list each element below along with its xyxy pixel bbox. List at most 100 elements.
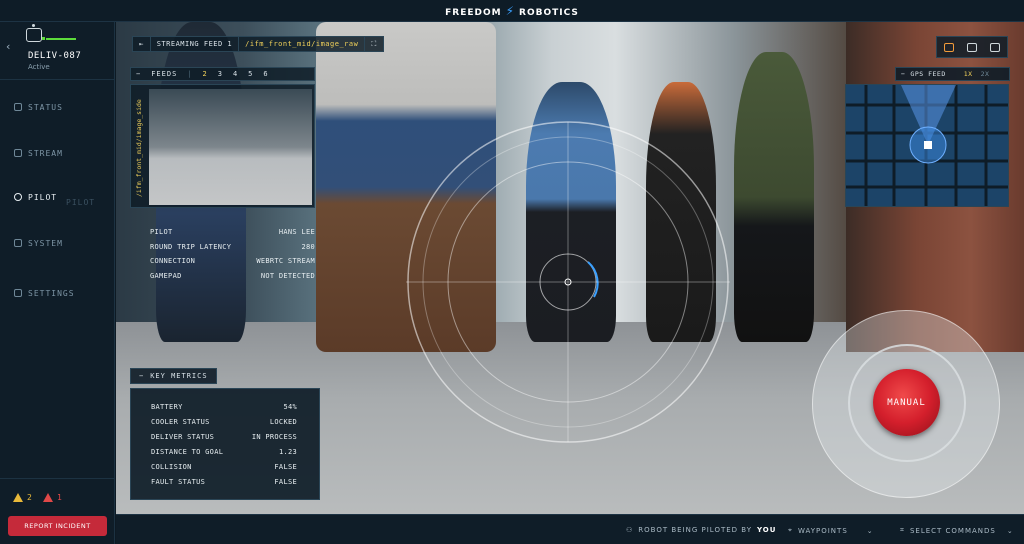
error-count[interactable]: 1 <box>43 493 62 502</box>
stream-label: STREAMING FEED 1 <box>151 37 240 51</box>
sidebar-item-label: SYSTEM <box>28 238 63 248</box>
warning-icon <box>13 493 23 502</box>
key-metrics-header[interactable]: − KEY METRICS <box>130 368 217 384</box>
info-row: ROUND TRIP LATENCY 280 <box>150 243 315 258</box>
camera-icon[interactable] <box>943 42 954 52</box>
feeds-label: FEEDS <box>151 70 178 78</box>
feed-tab-3[interactable]: 3 <box>213 70 228 78</box>
secondary-feed-image <box>149 89 312 205</box>
robot-header: ‹ DELIV-087 Active <box>0 22 115 80</box>
metric-key: COLLISION <box>151 463 192 471</box>
brand-name-right: ROBOTICS <box>519 8 579 18</box>
sidebar-item-status[interactable]: STATUS <box>14 100 63 114</box>
robot-name: DELIV-087 <box>28 51 82 61</box>
feed-tab-6[interactable]: 6 <box>258 70 273 78</box>
metric-key: FAULT STATUS <box>151 478 206 486</box>
info-value: WEBRTC STREAM <box>256 257 315 265</box>
gps-label: GPS FEED <box>910 70 946 78</box>
metric-row: BATTERY 54% <box>151 403 297 418</box>
chevron-down-icon: ⌄ <box>1006 526 1014 535</box>
info-value: NOT DETECTED <box>260 271 315 280</box>
waypoints-dropdown[interactable]: ⌖ WAYPOINTS ⌄ <box>788 526 874 535</box>
pilot-tooltip: PILOT <box>66 198 96 207</box>
zoom-1x-button[interactable]: 1X <box>964 70 973 78</box>
secondary-feed[interactable]: /ifm_front_mid/image_side <box>130 84 315 208</box>
pilot-icon <box>14 193 22 201</box>
stream-icon <box>14 149 22 157</box>
info-key: PILOT <box>150 228 173 236</box>
warning-count-value: 2 <box>27 493 32 502</box>
report-incident-button[interactable]: REPORT INCIDENT <box>8 516 107 536</box>
metric-value: IN PROCESS <box>251 433 297 441</box>
gps-map-grid <box>846 85 1008 206</box>
info-key: CONNECTION <box>150 257 196 265</box>
error-icon <box>43 493 53 502</box>
info-key: GAMEPAD <box>150 271 182 280</box>
top-bar: FREEDOM ⚡ ROBOTICS <box>0 0 1024 22</box>
pilot-info-table: PILOT HANS LEE ROUND TRIP LATENCY 280 CONN… <box>150 228 315 286</box>
feed-tab-4[interactable]: 4 <box>228 70 243 78</box>
select-commands-dropdown[interactable]: ⌗ SELECT COMMANDS ⌄ <box>900 526 1014 535</box>
view-controls <box>936 36 1008 58</box>
feeds-bar: − FEEDS | 2 3 4 5 6 <box>130 67 315 81</box>
info-key: ROUND TRIP LATENCY <box>150 242 232 251</box>
sidebar-item-system[interactable]: SYSTEM <box>14 236 63 250</box>
location-pin-icon: ⌖ <box>788 526 793 534</box>
battery-indicator <box>46 38 76 40</box>
warning-count[interactable]: 2 <box>13 493 32 502</box>
piloted-by-status: ⚇ ROBOT BEING PILOTED BY YOU <box>626 526 776 534</box>
user-icon: ⚇ <box>626 526 634 534</box>
stream-topic-select[interactable]: /ifm_front_mid/image_raw <box>239 37 366 51</box>
info-row: PILOT HANS LEE <box>150 228 315 243</box>
metric-row: DELIVER STATUS IN PROCESS <box>151 433 297 448</box>
robot-status: Active <box>28 63 50 71</box>
metric-value: LOCKED <box>269 418 297 426</box>
waypoints-label: WAYPOINTS <box>797 526 848 535</box>
sidebar-item-label: STREAM <box>28 148 63 158</box>
metric-row: COOLER STATUS LOCKED <box>151 418 297 433</box>
collapse-icon[interactable]: − <box>896 70 910 78</box>
info-value: HANS LEE <box>278 228 315 236</box>
metric-key: COOLER STATUS <box>151 418 210 426</box>
expand-icon[interactable]: ⇤ <box>133 37 151 51</box>
info-value: 280 <box>301 242 315 251</box>
select-commands-label: SELECT COMMANDS <box>909 526 996 535</box>
sidebar-item-stream[interactable]: STREAM <box>14 146 63 160</box>
key-metrics-title: KEY METRICS <box>150 372 208 380</box>
brand-logo: FREEDOM ⚡ ROBOTICS <box>0 4 1024 18</box>
robot-view-icon[interactable] <box>966 42 977 52</box>
streaming-feed-header: ⇤ STREAMING FEED 1 /ifm_front_mid/image_… <box>132 36 384 52</box>
system-icon <box>14 239 22 247</box>
feed-tab-5[interactable]: 5 <box>243 70 258 78</box>
gps-map[interactable] <box>845 84 1009 207</box>
info-row: CONNECTION WEBRTC STREAM <box>150 257 315 272</box>
zoom-2x-button[interactable]: 2X <box>981 70 990 78</box>
divider: | <box>187 70 193 78</box>
sidebar-item-pilot[interactable]: PILOT <box>14 190 57 204</box>
sidebar-item-label: STATUS <box>28 102 63 112</box>
manual-button[interactable]: MANUAL <box>873 369 940 436</box>
bottom-bar: ⚇ ROBOT BEING PILOTED BY YOU ⌖ WAYPOINTS… <box>116 514 1024 544</box>
info-row: GAMEPAD NOT DETECTED <box>150 272 315 287</box>
collapse-icon[interactable]: − <box>139 372 144 380</box>
sidebar-item-label: PILOT <box>28 192 58 202</box>
brand-name-left: FREEDOM <box>445 8 502 18</box>
battery-dot <box>42 37 45 40</box>
metric-value: FALSE <box>274 463 297 471</box>
metric-value: 54% <box>283 403 297 411</box>
collapse-icon[interactable]: − <box>131 70 146 78</box>
metric-row: DISTANCE TO GOAL 1.23 <box>151 448 297 463</box>
metric-value: 1.23 <box>278 448 297 456</box>
sidebar: ‹ DELIV-087 Active STATUS STREAM PILOT P… <box>0 22 115 544</box>
sidebar-item-settings[interactable]: SETTINGS <box>14 286 75 300</box>
fullscreen-icon[interactable]: ⛶ <box>365 37 382 51</box>
metric-key: DELIVER STATUS <box>151 433 215 441</box>
hand-icon[interactable] <box>990 42 1001 52</box>
robot-icon <box>26 24 42 42</box>
chevron-left-icon[interactable]: ‹ <box>5 40 12 53</box>
feed-tab-2[interactable]: 2 <box>198 70 213 78</box>
metric-row: COLLISION FALSE <box>151 463 297 478</box>
alerts-summary: 2 1 <box>0 478 115 508</box>
metric-value: FALSE <box>274 478 297 486</box>
status-icon <box>14 103 22 111</box>
